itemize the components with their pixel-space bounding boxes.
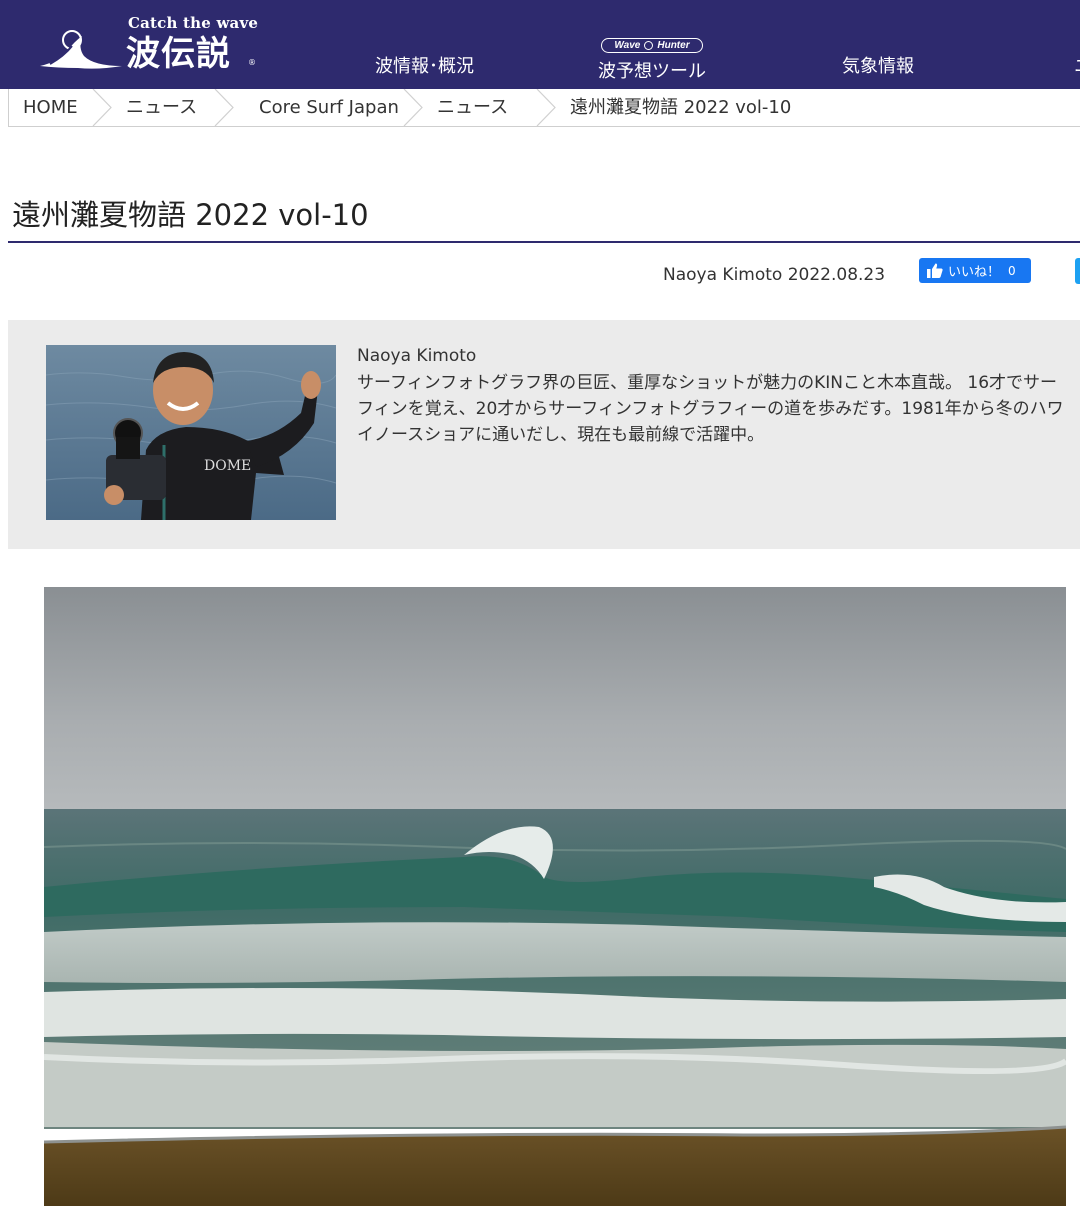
wave-hunter-badge-right: Hunter [657, 40, 690, 51]
breadcrumb-core-surf-japan[interactable]: Core Surf Japan [259, 89, 399, 126]
chevron-right-icon [92, 89, 112, 126]
site-header: Catch the wave 波伝説 ® 波情報･概況 Wave Hunter … [0, 0, 1080, 89]
like-label: いいね！ [948, 265, 1001, 280]
wetsuit-logo-text: DOME [204, 458, 251, 474]
chevron-right-icon [403, 89, 423, 126]
wave-logo-icon [40, 30, 122, 69]
breadcrumb-home[interactable]: HOME [23, 89, 78, 126]
thumbs-up-icon [927, 263, 943, 278]
ocean-wave-image [44, 587, 1066, 1206]
article-byline: Naoya Kimoto 2022.08.23 [663, 265, 886, 285]
author-box: DOME Naoya Kimoto サーフィンフォトグラフ界の巨匠、重厚なショッ… [8, 320, 1080, 549]
breadcrumb-news[interactable]: ニュース [126, 89, 197, 126]
main-surf-photo [44, 587, 1066, 1206]
chevron-right-icon [214, 89, 234, 126]
page-title: 遠州灘夏物語 2022 vol-10 [12, 198, 369, 232]
author-name: Naoya Kimoto [357, 346, 477, 366]
nav-wave-forecast-tool[interactable]: 波予想ツール [598, 57, 706, 83]
nav-news-partial[interactable]: ニ [1074, 52, 1080, 78]
breadcrumb-news-2[interactable]: ニュース [437, 89, 508, 126]
breadcrumb: HOME ニュース Core Surf Japan ニュース 遠州灘夏物語 20… [8, 89, 1080, 127]
logo-text: 波伝説 [126, 34, 231, 74]
photographer-portrait-image: DOME [46, 345, 336, 520]
wave-hunter-badge: Wave Hunter [601, 38, 703, 53]
twitter-share-button[interactable] [1075, 258, 1080, 284]
wave-hunter-dot-icon [644, 41, 654, 50]
author-bio: サーフィンフォトグラフ界の巨匠、重厚なショットが魅力のKINこと木本直哉。 16… [357, 373, 1064, 445]
title-divider [8, 241, 1080, 243]
breadcrumb-current: 遠州灘夏物語 2022 vol-10 [570, 97, 792, 118]
nav-weather-info[interactable]: 気象情報 [842, 52, 914, 78]
nav-wave-info[interactable]: 波情報･概況 [375, 52, 474, 78]
facebook-like-button[interactable]: いいね！ 0 [919, 258, 1031, 283]
chevron-right-icon [536, 89, 556, 126]
like-count: 0 [1008, 263, 1016, 278]
logo-registered-mark: ® [248, 58, 256, 67]
site-logo[interactable]: Catch the wave 波伝説 ® [38, 12, 268, 74]
wave-hunter-badge-left: Wave [614, 40, 641, 51]
author-photo: DOME [46, 345, 336, 520]
